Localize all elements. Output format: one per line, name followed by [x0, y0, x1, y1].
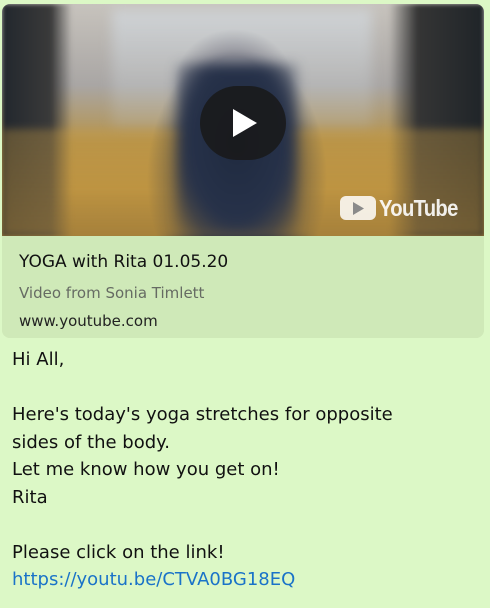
youtube-logo: YouTube: [340, 194, 468, 222]
message-line: Let me know how you get on!: [12, 459, 280, 480]
message-text: Hi All, Here's today's yoga stretches fo…: [12, 346, 482, 594]
message-line: Rita: [12, 486, 48, 508]
preview-subtitle: Video from Sonia Timlett: [19, 284, 205, 302]
message-line: [12, 511, 482, 539]
message-line: Here's today's yoga stretches for opposi…: [12, 404, 393, 425]
link-preview-meta[interactable]: YOGA with Rita 01.05.20 Video from Sonia…: [2, 236, 484, 338]
message-bubble: YouTube YOGA with Rita 01.05.20 Video fr…: [0, 0, 490, 608]
link-preview-card[interactable]: YouTube YOGA with Rita 01.05.20 Video fr…: [2, 4, 484, 338]
message-line: sides of the body.: [12, 431, 170, 453]
preview-domain: www.youtube.com: [19, 312, 158, 330]
video-thumbnail[interactable]: YouTube: [2, 4, 484, 236]
youtube-play-icon: [340, 196, 376, 220]
message-line: Please click on the link!: [12, 541, 225, 563]
youtube-link[interactable]: https://youtu.be/CTVA0BG18EQ: [12, 569, 295, 590]
message-link-line: https://youtu.be/CTVA0BG18EQ: [12, 566, 482, 594]
play-icon: [233, 109, 257, 137]
message-line: Hi All,: [12, 349, 65, 370]
youtube-wordmark: YouTube: [379, 194, 458, 221]
play-button[interactable]: [200, 86, 286, 160]
preview-title: YOGA with Rita 01.05.20: [19, 252, 229, 272]
message-line: [12, 374, 482, 402]
